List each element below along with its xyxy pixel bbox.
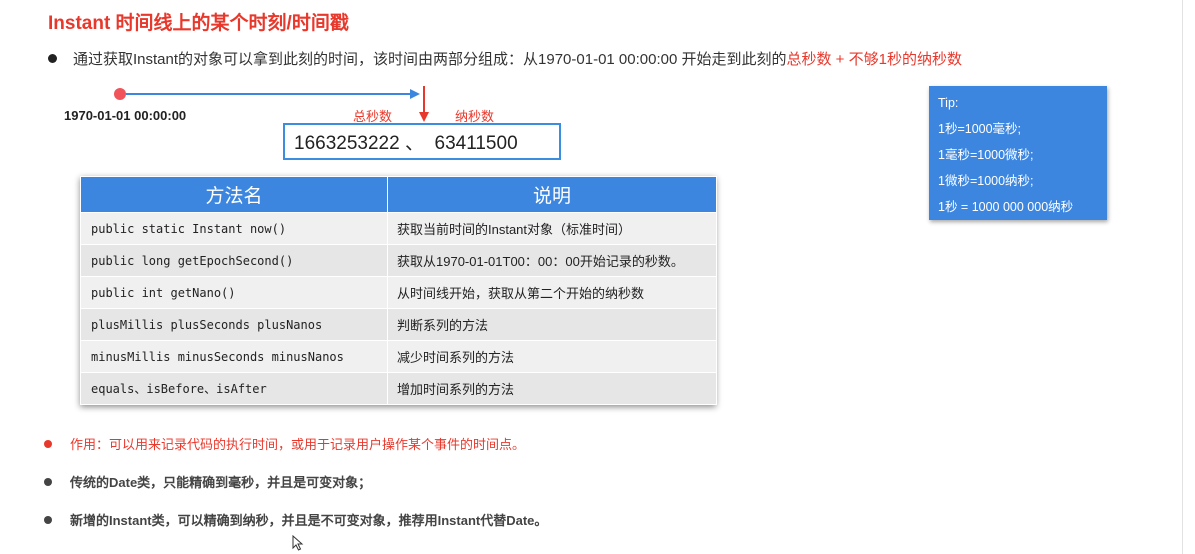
tip-line: Tip: [938, 96, 959, 110]
list-item: 作用：可以用来记录代码的执行时间，或用于记录用户操作某个事件的时间点。 [44, 434, 525, 453]
bullet-dot-icon [44, 515, 52, 524]
note-text: 传统的Date类，只能精确到毫秒，并且是可变对象； [70, 475, 372, 490]
down-arrow-icon [419, 112, 429, 122]
table-header-row: 方法名 说明 [80, 176, 717, 213]
list-item: 新增的Instant类，可以精确到纳秒，并且是不可变对象，推荐用Instant代… [44, 510, 547, 529]
header-method: 方法名 [80, 176, 388, 213]
mouse-pointer-icon [292, 535, 304, 551]
list-item: 传统的Date类，只能精确到毫秒，并且是可变对象； [44, 472, 371, 491]
tip-line: 1微秒=1000纳秒; [938, 174, 1034, 188]
method-cell: equals、isBefore、isAfter [80, 372, 388, 405]
description-cell: 判断系列的方法 [387, 308, 717, 341]
timeline-origin-label: 1970-01-01 00:00:00 [64, 108, 187, 123]
note-text: 新增的Instant类，可以精确到纳秒，并且是不可变对象，推荐用Instant代… [70, 513, 548, 528]
header-description: 说明 [387, 176, 717, 213]
note-text: 作用：可以用来记录代码的执行时间，或用于记录用户操作某个事件的时间点。 [70, 437, 526, 452]
description-cell: 增加时间系列的方法 [387, 372, 717, 405]
timestamp-value-box: 1663253222 、 63411500 [283, 123, 561, 160]
method-cell: public long getEpochSecond() [80, 244, 388, 277]
method-cell: public static Instant now() [80, 212, 388, 245]
table-row: public int getNano() 从时间线开始，获取从第二个开始的纳秒数 [80, 276, 717, 309]
description-cell: 从时间线开始，获取从第二个开始的纳秒数 [387, 276, 717, 309]
method-cell: plusMillis plusSeconds plusNanos [80, 308, 388, 341]
timeline-origin-dot [114, 88, 126, 100]
method-cell: public int getNano() [80, 276, 388, 309]
table-row: minusMillis minusSeconds minusNanos 减少时间… [80, 340, 717, 373]
description-cell: 减少时间系列的方法 [387, 340, 717, 373]
bullet-dot-icon [44, 477, 52, 486]
table-row: public static Instant now() 获取当前时间的Insta… [80, 212, 717, 245]
methods-table: 方法名 说明 public static Instant now() 获取当前时… [80, 176, 717, 405]
description-cell: 获取从1970-01-01T00：00：00开始记录的秒数。 [387, 244, 717, 277]
table-row: plusMillis plusSeconds plusNanos 判断系列的方法 [80, 308, 717, 341]
tip-line: 1毫秒=1000微秒; [938, 148, 1034, 162]
tip-line: 1秒 = 1000 000 000纳秒 [938, 200, 1074, 214]
bullet-dot-icon [44, 439, 52, 448]
table-row: equals、isBefore、isAfter 增加时间系列的方法 [80, 372, 717, 405]
tip-line: 1秒=1000毫秒; [938, 122, 1022, 136]
timeline-arrowhead-icon [410, 89, 420, 99]
tip-box: Tip: 1秒=1000毫秒; 1毫秒=1000微秒; 1微秒=1000纳秒; … [929, 86, 1107, 220]
description-cell: 获取当前时间的Instant对象（标准时间） [387, 212, 717, 245]
table-row: public long getEpochSecond() 获取从1970-01-… [80, 244, 717, 277]
method-cell: minusMillis minusSeconds minusNanos [80, 340, 388, 373]
